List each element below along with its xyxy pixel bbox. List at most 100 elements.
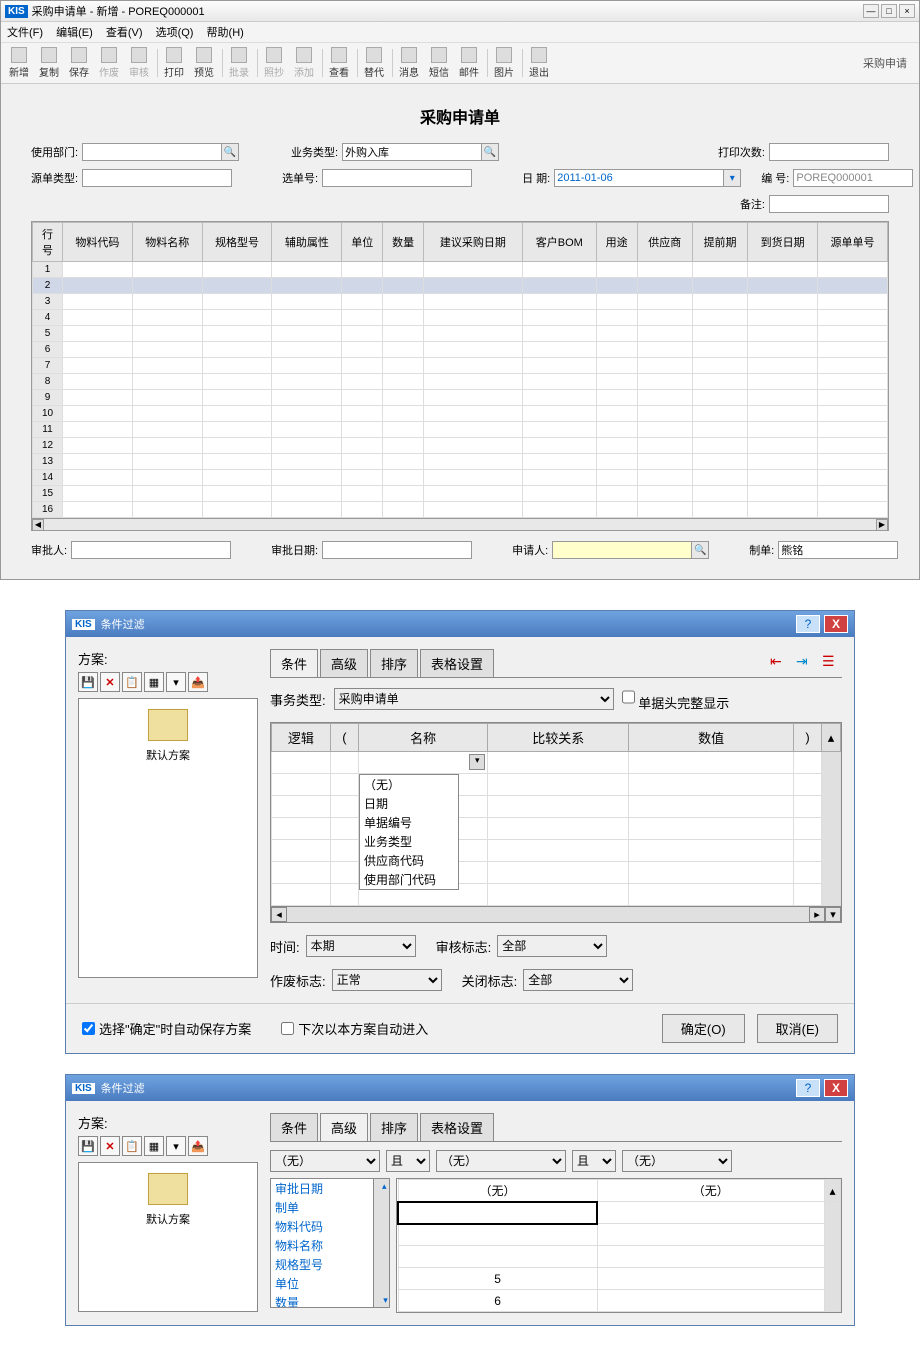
grid-cell[interactable] — [383, 358, 424, 374]
menu-edit[interactable]: 编辑(E) — [56, 27, 93, 39]
grid-cell[interactable] — [692, 390, 747, 406]
grid-cell[interactable] — [818, 310, 888, 326]
grid-cell[interactable] — [342, 358, 383, 374]
grid-cell[interactable] — [202, 438, 272, 454]
close-select[interactable]: 全部 — [523, 969, 633, 991]
close-button[interactable]: X — [824, 615, 848, 633]
tb-print[interactable]: 打印 — [160, 45, 188, 81]
grid-cell[interactable] — [383, 502, 424, 518]
grid-cell[interactable] — [818, 326, 888, 342]
grid-cell[interactable] — [383, 470, 424, 486]
grid-cell[interactable]: （无） — [597, 1180, 824, 1202]
grid-cell[interactable] — [748, 406, 818, 422]
tb-exit[interactable]: 退出 — [525, 45, 553, 81]
grid-cell[interactable] — [692, 502, 747, 518]
grid-cell[interactable] — [637, 486, 692, 502]
tab-advanced[interactable]: 高级 — [320, 649, 368, 677]
grid-cell[interactable] — [522, 406, 596, 422]
list-item[interactable]: 数量 — [271, 1293, 389, 1308]
grid-cell[interactable] — [272, 342, 342, 358]
grid-cell[interactable] — [63, 294, 133, 310]
grid-cell[interactable] — [132, 454, 202, 470]
grid-cell[interactable] — [818, 406, 888, 422]
scheme-save-icon[interactable]: 💾 — [78, 1136, 98, 1156]
grid-cell[interactable] — [132, 278, 202, 294]
grid-cell[interactable] — [596, 454, 637, 470]
scheme-export-icon[interactable]: 📤 — [188, 672, 208, 692]
indent-right-icon[interactable]: ⇥ — [796, 653, 816, 673]
grid-cell[interactable] — [692, 294, 747, 310]
menu-view[interactable]: 查看(V) — [106, 27, 143, 39]
tb-substitute[interactable]: 替代 — [360, 45, 388, 81]
grid-cell[interactable] — [596, 310, 637, 326]
dept-lookup-icon[interactable]: 🔍 — [221, 143, 239, 161]
printcount-input[interactable] — [769, 143, 889, 161]
tb-copy[interactable]: 复制 — [35, 45, 63, 81]
audit-select[interactable]: 全部 — [497, 935, 607, 957]
grid-cell[interactable] — [342, 342, 383, 358]
grid-hscrollbar[interactable]: ◀ ▶ — [32, 518, 888, 530]
grid-cell[interactable] — [202, 422, 272, 438]
tab-sort[interactable]: 排序 — [370, 649, 418, 677]
grid-cell[interactable] — [522, 342, 596, 358]
tb-new[interactable]: 新增 — [5, 45, 33, 81]
grid-cell[interactable] — [63, 358, 133, 374]
grid-cell[interactable] — [748, 422, 818, 438]
grid-cell[interactable] — [637, 422, 692, 438]
grid-cell[interactable] — [272, 326, 342, 342]
scheme-dropdown-icon[interactable]: ▾ — [166, 1136, 186, 1156]
grid-cell[interactable] — [272, 454, 342, 470]
grid-cell[interactable] — [522, 470, 596, 486]
tb-mail[interactable]: 邮件 — [455, 45, 483, 81]
grid-cell[interactable] — [272, 422, 342, 438]
grid-cell[interactable] — [522, 262, 596, 278]
scheme-list[interactable]: 默认方案 — [78, 1162, 258, 1312]
droplist-item[interactable]: 供应商代码 — [360, 851, 458, 870]
grid-cell[interactable] — [748, 486, 818, 502]
grid-cell[interactable] — [818, 502, 888, 518]
grid-cell[interactable] — [748, 342, 818, 358]
grid-cell[interactable] — [424, 486, 523, 502]
grid-cell[interactable] — [272, 502, 342, 518]
adv-value-grid[interactable]: （无）（无）▴ 5 6 — [396, 1178, 842, 1313]
droplist-item[interactable]: 业务类型 — [360, 832, 458, 851]
fullshow-checkbox[interactable]: 单据头完整显示 — [622, 686, 730, 712]
srctype-input[interactable] — [82, 169, 232, 187]
grid-cell[interactable] — [818, 342, 888, 358]
grid-cell[interactable] — [748, 326, 818, 342]
grid-cell[interactable] — [596, 486, 637, 502]
tb-add[interactable]: 添加 — [290, 45, 318, 81]
adv-op2-select[interactable]: 且 — [572, 1150, 616, 1172]
grid-cell[interactable] — [63, 406, 133, 422]
grid-cell[interactable] — [818, 294, 888, 310]
grid-cell[interactable] — [132, 406, 202, 422]
grid-cell[interactable] — [342, 374, 383, 390]
grid-cell[interactable] — [596, 294, 637, 310]
grid-cell[interactable] — [818, 470, 888, 486]
grid-cell[interactable] — [522, 438, 596, 454]
grid-cell[interactable] — [383, 422, 424, 438]
grid-cell[interactable] — [748, 454, 818, 470]
list-icon[interactable]: ☰ — [822, 653, 842, 673]
hscroll-right-icon[interactable]: ▸ — [809, 907, 825, 922]
grid-cell[interactable]: （无） — [398, 1180, 597, 1202]
selno-input[interactable] — [322, 169, 472, 187]
grid-cell[interactable] — [342, 454, 383, 470]
grid-cell[interactable] — [342, 406, 383, 422]
adv-field-list[interactable]: 审批日期 制单 物料代码 物料名称 规格型号 单位 数量 到货日期 ▴ ▾ — [270, 1178, 390, 1308]
grid-cell[interactable] — [132, 326, 202, 342]
grid-cell[interactable] — [132, 358, 202, 374]
tab-table-settings[interactable]: 表格设置 — [420, 1113, 494, 1141]
grid-cell[interactable] — [272, 278, 342, 294]
menu-file[interactable]: 文件(F) — [7, 27, 43, 39]
requester-lookup-icon[interactable]: 🔍 — [691, 541, 709, 559]
grid-cell[interactable] — [63, 470, 133, 486]
tab-condition[interactable]: 条件 — [270, 1113, 318, 1141]
grid-cell[interactable] — [63, 310, 133, 326]
grid-cell[interactable] — [596, 326, 637, 342]
grid-cell[interactable] — [63, 374, 133, 390]
grid-cell[interactable] — [522, 454, 596, 470]
grid-cell[interactable] — [748, 470, 818, 486]
grid-cell[interactable] — [818, 278, 888, 294]
grid-cell[interactable] — [692, 374, 747, 390]
